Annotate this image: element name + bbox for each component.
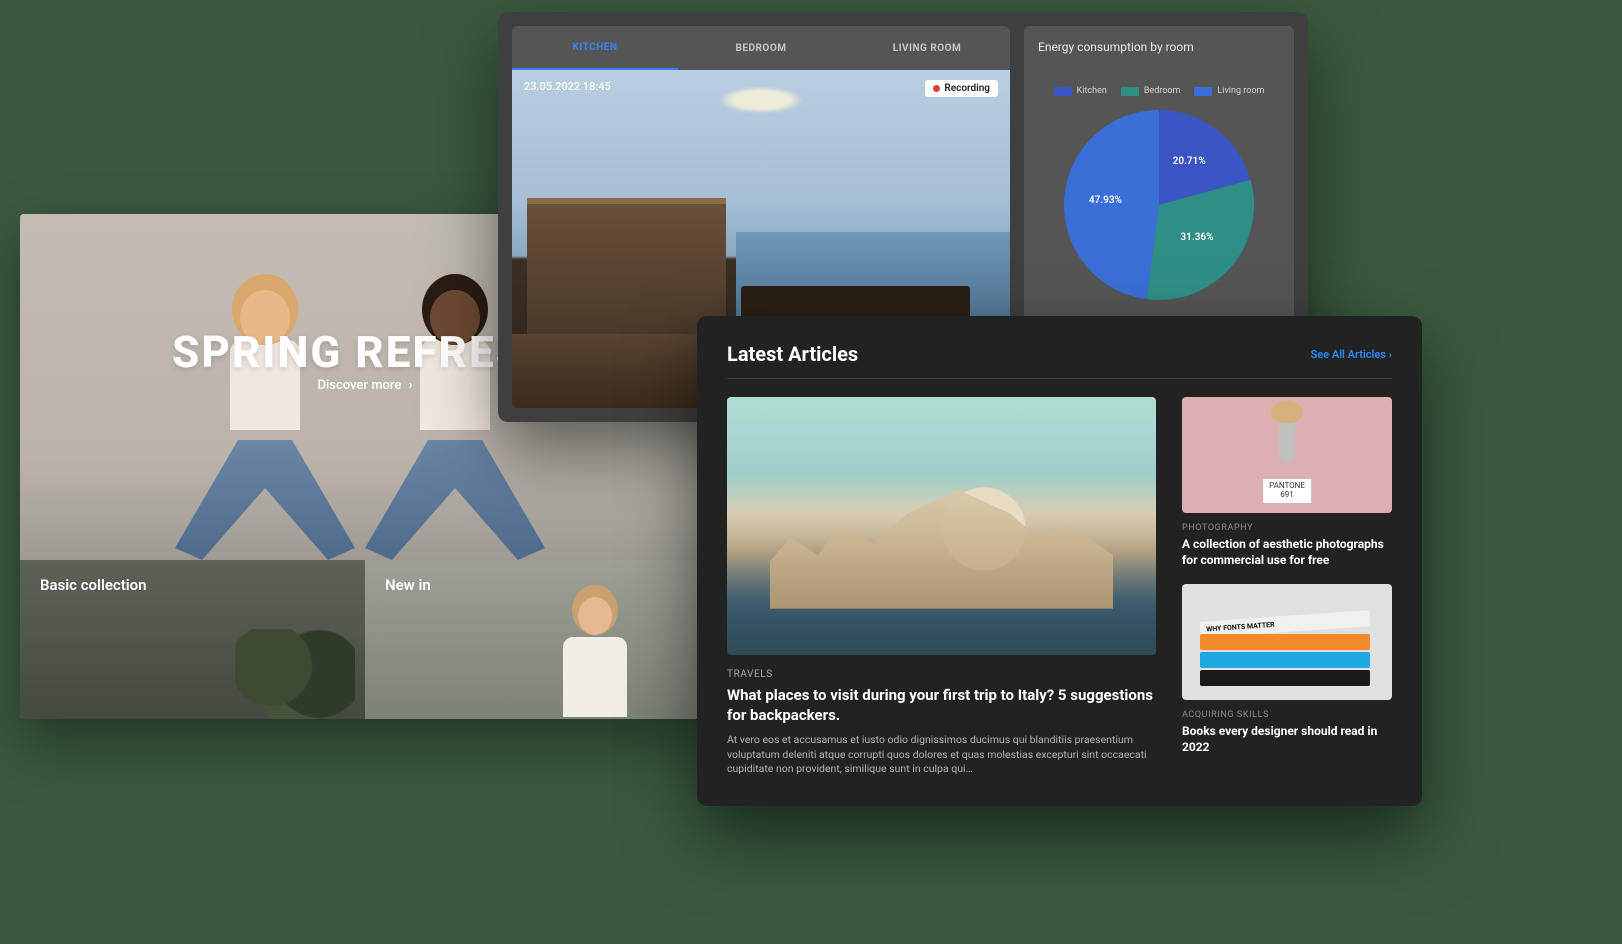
legend-swatch-bedroom	[1121, 87, 1139, 96]
legend-label-living-room: Living room	[1217, 86, 1264, 96]
legend-kitchen: Kitchen	[1054, 86, 1107, 96]
see-all-articles-link[interactable]: See All Articles ›	[1311, 348, 1392, 361]
book-spine-1	[1200, 670, 1370, 686]
pie-label-kitchen: 20.71%	[1173, 156, 1206, 167]
featured-article-category: TRAVELS	[727, 669, 1156, 680]
tab-living-room[interactable]: LIVING ROOM	[844, 26, 1010, 70]
energy-pie-chart: 20.71% 31.36% 47.93%	[1064, 110, 1254, 300]
book-spine-3	[1200, 634, 1370, 650]
side-articles: PANTONE 691 PHOTOGRAPHY A collection of …	[1182, 397, 1392, 777]
side-article-2-image: WHY FONTS MATTER	[1182, 584, 1392, 700]
articles-card: Latest Articles See All Articles › TRAVE…	[697, 316, 1422, 806]
side-article-1[interactable]: PANTONE 691 PHOTOGRAPHY A collection of …	[1182, 397, 1392, 568]
pie-label-living-room: 47.93%	[1089, 195, 1122, 206]
discover-more-label: Discover more	[317, 378, 401, 393]
side-article-2-headline: Books every designer should read in 2022	[1182, 724, 1392, 755]
tile-new-in[interactable]: New in	[365, 560, 710, 719]
tab-bedroom[interactable]: BEDROOM	[678, 26, 844, 70]
legend-label-kitchen: Kitchen	[1077, 86, 1107, 96]
camera-light-fixture	[711, 84, 811, 116]
featured-article-headline: What places to visit during your first t…	[727, 686, 1156, 725]
hero-photo-placeholder	[185, 270, 545, 560]
tile-basic-label: Basic collection	[40, 576, 147, 594]
pie-legend: Kitchen Bedroom Living room	[1038, 86, 1280, 96]
legend-living-room: Living room	[1194, 86, 1264, 96]
articles-body: TRAVELS What places to visit during your…	[727, 397, 1392, 777]
articles-header: Latest Articles See All Articles ›	[727, 342, 1392, 379]
side-article-2-category: ACQUIRING SKILLS	[1182, 710, 1392, 720]
book-spine-2	[1200, 652, 1370, 668]
featured-article[interactable]: TRAVELS What places to visit during your…	[727, 397, 1156, 777]
chevron-right-icon: ›	[1389, 348, 1392, 361]
side-article-1-headline: A collection of aesthetic photographs fo…	[1182, 537, 1392, 568]
collection-tiles: Basic collection New in	[20, 560, 710, 719]
legend-swatch-living-room	[1194, 87, 1212, 96]
legend-swatch-kitchen	[1054, 87, 1072, 96]
energy-title: Energy consumption by room	[1038, 40, 1280, 54]
articles-heading: Latest Articles	[727, 342, 858, 366]
tab-kitchen[interactable]: KITCHEN	[512, 26, 678, 70]
recording-label: Recording	[944, 83, 990, 94]
room-tabs: KITCHEN BEDROOM LIVING ROOM	[512, 26, 1010, 70]
pie-label-bedroom: 31.36%	[1180, 232, 1213, 243]
tile-basic-collection[interactable]: Basic collection	[20, 560, 365, 719]
tile-newin-photo-placeholder	[550, 579, 640, 719]
chevron-right-icon: ›	[409, 378, 413, 393]
legend-bedroom: Bedroom	[1121, 86, 1181, 96]
camera-timestamp: 23.05.2022 18:45	[524, 80, 611, 93]
camera-kitchen-counter	[527, 198, 726, 333]
featured-article-excerpt: At vero eos et accusamus et iusto odio d…	[727, 733, 1156, 777]
featured-article-image	[727, 397, 1156, 655]
pantone-chip: PANTONE 691	[1263, 479, 1311, 503]
record-dot-icon	[933, 85, 940, 92]
recording-badge: Recording	[925, 80, 998, 97]
hero-person-left	[175, 270, 355, 560]
tile-newin-label: New in	[385, 576, 431, 594]
see-all-label: See All Articles	[1311, 348, 1386, 361]
side-article-2[interactable]: WHY FONTS MATTER ACQUIRING SKILLS Books …	[1182, 584, 1392, 755]
legend-label-bedroom: Bedroom	[1144, 86, 1181, 96]
side-article-1-category: PHOTOGRAPHY	[1182, 523, 1392, 533]
pantone-code: 691	[1269, 491, 1305, 500]
side-article-1-image: PANTONE 691	[1182, 397, 1392, 513]
